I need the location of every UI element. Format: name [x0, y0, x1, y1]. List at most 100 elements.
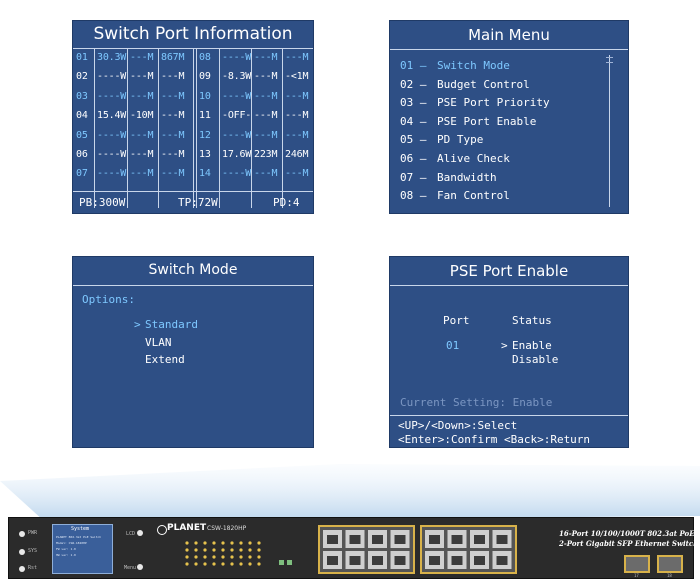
speed-b: ---M — [285, 110, 309, 122]
speed-b: ---M — [161, 71, 185, 83]
port-value: 01 — [446, 339, 460, 352]
sfp-port-17[interactable] — [624, 555, 650, 573]
rj45-socket-icon — [451, 556, 463, 565]
rj45-port-block-2 — [420, 525, 517, 574]
speed-b: ---M — [161, 168, 185, 180]
port-led-icon — [230, 562, 234, 566]
product-description-line1: 16-Port 10/100/1000T 802.3at PoE + — [559, 529, 700, 538]
speed-a: ---M — [130, 71, 154, 83]
port-led-icon — [248, 548, 252, 552]
menu-scrollbar[interactable] — [609, 55, 610, 207]
option-vlan[interactable]: VLAN — [145, 336, 172, 349]
power-budget: PB:300W — [79, 196, 126, 209]
option-standard[interactable]: Standard — [145, 318, 198, 331]
menu-item-label[interactable]: Alive Check — [437, 152, 510, 165]
menu-item-number: 08 – — [400, 189, 427, 203]
port-led-icon — [248, 555, 252, 559]
menu-item-number: 05 – — [400, 133, 427, 147]
port-number: 10 — [199, 90, 211, 102]
port-number: 08 — [199, 52, 211, 63]
speed-b: ---M — [285, 90, 309, 102]
port-led-icon — [239, 541, 243, 545]
panel-title: PSE Port Enable — [449, 262, 569, 280]
port-number: 13 — [199, 149, 211, 160]
speed-a: 223M — [254, 149, 278, 160]
power-value: ----W — [97, 149, 127, 160]
speed-b: 246M — [285, 149, 309, 160]
menu-item-label[interactable]: Fan Control — [437, 189, 510, 202]
rj45-ports-icon[interactable] — [320, 527, 413, 572]
speed-b: -<1M — [285, 71, 309, 83]
port-led-icon — [230, 548, 234, 552]
port-number: 05 — [76, 129, 88, 141]
menu-item-label[interactable]: PSE Port Priority — [437, 96, 550, 109]
port-led-icon — [248, 541, 252, 545]
port-number: 03 — [76, 90, 88, 102]
help-confirm-return: <Enter>:Confirm <Back>:Return — [398, 433, 591, 446]
power-value: ----W — [222, 129, 252, 141]
menu-item-label[interactable]: Budget Control — [437, 78, 530, 91]
power-value: ----W — [97, 71, 127, 83]
port-led-icon — [203, 555, 207, 559]
rj45-ports-icon[interactable] — [422, 527, 515, 572]
port-led-icon — [257, 541, 261, 545]
port-led-icon — [257, 562, 261, 566]
speed-b: ---M — [161, 90, 185, 102]
status-option-disable[interactable]: Disable — [512, 353, 558, 366]
port-led-icon — [194, 555, 198, 559]
rj45-socket-icon — [372, 535, 383, 544]
speed-b: ---M — [161, 149, 185, 160]
status-column-header: Status — [512, 314, 552, 327]
speed-b: ---M — [285, 129, 309, 141]
rj45-socket-icon — [327, 556, 338, 565]
rj45-socket-icon — [429, 556, 440, 565]
power-value: 15.4W — [97, 110, 127, 122]
port-led-icon — [212, 562, 216, 566]
product-description-line2: 2-Port Gigabit SFP Ethernet Switch — [559, 539, 699, 548]
port-led-icon — [203, 548, 207, 552]
menu-item-label[interactable]: PD Type — [437, 133, 483, 146]
speed-b: ---M — [285, 168, 309, 180]
sfp-label: 17 — [634, 573, 639, 578]
power-value: ----W — [97, 129, 127, 141]
power-value: ----W — [222, 90, 252, 102]
port-number: 07 — [76, 168, 88, 180]
sfp-port-18[interactable] — [657, 555, 683, 573]
port-number: 02 — [76, 71, 88, 83]
pse-port-enable-panel: PSE Port Enable Port Status 01 > Enable … — [389, 256, 629, 448]
main-menu-panel: Main Menu 01 – Switch Mode 02 – Budget Cont… — [389, 20, 629, 214]
fan-led-icon — [279, 560, 284, 565]
speed-b: 867M — [161, 52, 185, 63]
menu-item-number: 06 – — [400, 152, 427, 165]
menu-item-label[interactable]: Switch Mode — [437, 59, 510, 72]
scroll-grip-icon — [606, 57, 613, 63]
port-number: 04 — [76, 110, 88, 122]
menu-item-label[interactable]: Bandwidth — [437, 171, 497, 184]
option-extend[interactable]: Extend — [145, 353, 185, 366]
port-led-icon — [239, 548, 243, 552]
power-value: ----W — [97, 90, 127, 102]
port-led-icon — [230, 555, 234, 559]
port-led-icon — [203, 541, 207, 545]
speed-a: ---M — [254, 90, 278, 102]
speed-a: -10M — [130, 110, 154, 122]
power-value: -OFF- — [222, 110, 252, 122]
total-power: TP:72W — [178, 196, 218, 209]
rj45-socket-icon — [496, 556, 508, 565]
selection-cursor-icon: > — [501, 339, 508, 352]
menu-item-label[interactable]: PSE Port Enable — [437, 115, 536, 128]
port-led-icon — [212, 541, 216, 545]
speed-a: ---M — [130, 149, 154, 160]
port-number: 09 — [199, 71, 211, 83]
speed-b: ---M — [285, 52, 309, 63]
port-number: 01 — [76, 52, 88, 63]
port-led-icon — [230, 541, 234, 545]
status-option-enable[interactable]: Enable — [512, 339, 552, 352]
options-label: Options: — [82, 293, 135, 306]
rj45-socket-icon — [394, 556, 406, 565]
speed-a: ---M — [130, 90, 154, 102]
switch-port-information-panel: Switch Port Information 01 30.3W ---M 867M 0… — [72, 20, 314, 214]
menu-item-number: 04 – — [400, 114, 427, 128]
speed-a: ---M — [130, 129, 154, 141]
panel-title: Switch Mode — [148, 262, 238, 278]
